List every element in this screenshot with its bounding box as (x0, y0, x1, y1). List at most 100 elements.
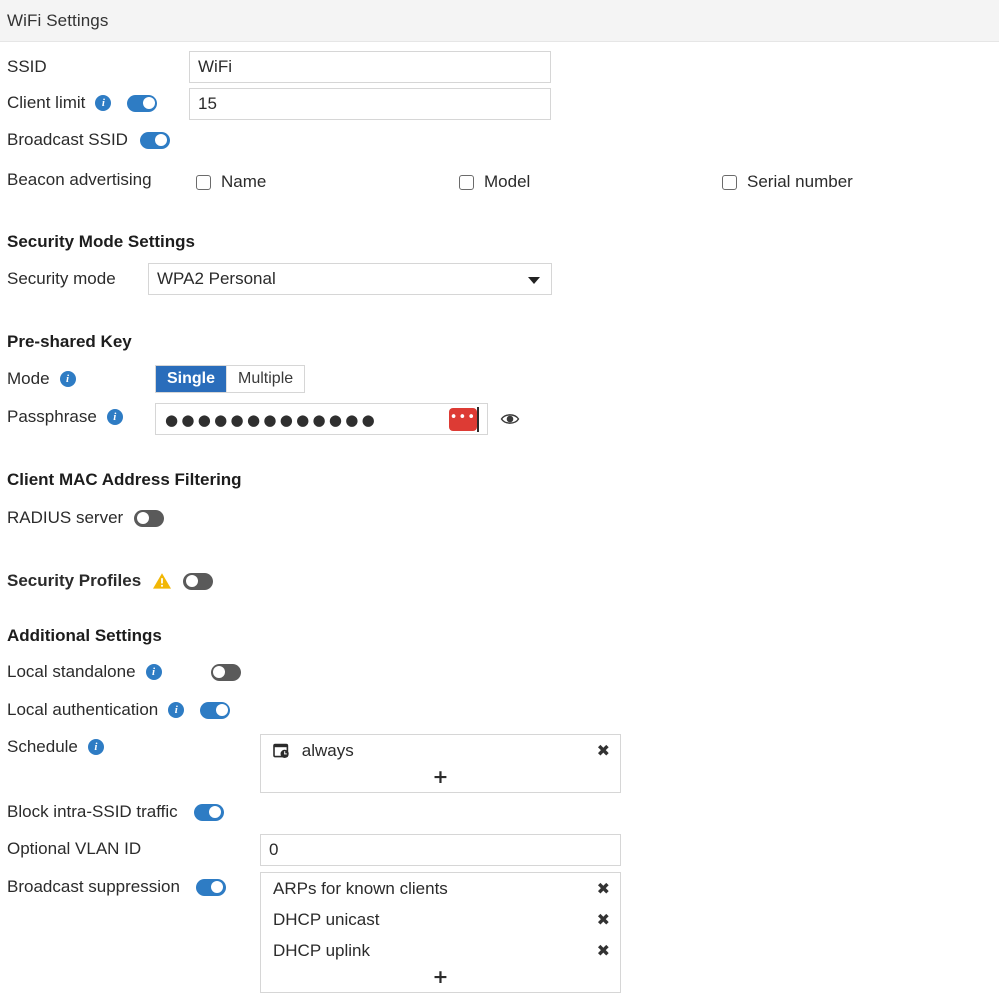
block-intra-ssid-row: Block intra-SSID traffic (7, 802, 224, 822)
checkbox-name[interactable] (196, 175, 211, 190)
psk-mode-segmented: Single Multiple (155, 365, 305, 393)
beacon-option-model[interactable]: Model (459, 172, 530, 192)
schedule-icon (273, 738, 290, 769)
checkbox-serial-number-label: Serial number (747, 172, 853, 192)
section-security-mode-settings: Security Mode Settings (7, 232, 195, 252)
checkbox-serial-number[interactable] (722, 175, 737, 190)
toggle-knob (155, 134, 167, 146)
psk-mode-label: Mode (7, 369, 50, 389)
client-limit-label: Client limit (7, 93, 85, 113)
list-item[interactable]: DHCP unicast ✖ (261, 904, 620, 935)
passphrase-field-wrap: ●●●●●●●●●●●●● ••• (155, 403, 488, 435)
local-authentication-label: Local authentication (7, 700, 158, 720)
local-standalone-label: Local standalone (7, 662, 136, 682)
block-intra-ssid-label: Block intra-SSID traffic (7, 802, 178, 822)
broadcast-ssid-toggle[interactable] (140, 132, 170, 149)
passphrase-masked-value: ●●●●●●●●●●●●● (165, 404, 378, 436)
checkbox-model[interactable] (459, 175, 474, 190)
schedule-row: Schedule i (7, 737, 104, 757)
checkbox-model-label: Model (484, 172, 530, 192)
checkbox-name-label: Name (221, 172, 266, 192)
client-limit-row: Client limit i (7, 93, 157, 113)
info-icon[interactable]: i (60, 371, 76, 387)
toggle-knob (211, 881, 223, 893)
toggle-knob (209, 806, 221, 818)
beacon-advertising-label: Beacon advertising (7, 170, 152, 190)
broadcast-suppression-label: Broadcast suppression (7, 877, 180, 897)
schedule-add-button[interactable]: + (261, 766, 620, 792)
vlan-input[interactable]: 0 (260, 834, 621, 866)
section-security-profiles: Security Profiles (7, 571, 141, 591)
passphrase-input[interactable]: ●●●●●●●●●●●●● ••• (155, 403, 488, 435)
info-icon[interactable]: i (88, 739, 104, 755)
broadcast-item-label: DHCP uplink (273, 941, 370, 960)
info-icon[interactable]: i (107, 409, 123, 425)
passphrase-overflow-badge[interactable]: ••• (449, 408, 477, 431)
vlan-row: Optional VLAN ID (7, 839, 141, 859)
section-pre-shared-key: Pre-shared Key (7, 332, 132, 352)
vlan-label: Optional VLAN ID (7, 839, 141, 859)
broadcast-suppression-toggle[interactable] (196, 879, 226, 896)
psk-mode-multiple-button[interactable]: Multiple (226, 366, 304, 392)
passphrase-label: Passphrase (7, 407, 97, 427)
list-item[interactable]: DHCP uplink ✖ (261, 935, 620, 966)
toggle-knob (137, 512, 149, 524)
list-item[interactable]: ARPs for known clients ✖ (261, 873, 620, 904)
text-cursor (477, 407, 479, 432)
client-limit-toggle[interactable] (127, 95, 157, 112)
local-authentication-row: Local authentication i (7, 700, 230, 720)
toggle-knob (216, 704, 228, 716)
local-standalone-row: Local standalone i (7, 662, 241, 682)
security-mode-row: Security mode (7, 269, 116, 289)
chevron-down-icon (528, 277, 540, 284)
panel-header: WiFi Settings (0, 0, 999, 42)
broadcast-suppression-row: Broadcast suppression (7, 877, 226, 897)
security-profiles-row: Security Profiles (7, 571, 213, 591)
psk-mode-single-button[interactable]: Single (156, 366, 226, 392)
beacon-advertising-row: Beacon advertising (7, 170, 152, 190)
toggle-knob (213, 666, 225, 678)
security-mode-select[interactable]: WPA2 Personal (148, 263, 552, 295)
schedule-listbox: always ✖ + (260, 734, 621, 793)
page-title: WiFi Settings (7, 11, 108, 31)
broadcast-item-label: DHCP unicast (273, 910, 379, 929)
broadcast-add-button[interactable]: + (261, 966, 620, 992)
broadcast-ssid-row: Broadcast SSID (7, 130, 170, 150)
beacon-option-serial-number[interactable]: Serial number (722, 172, 853, 192)
section-client-mac-address-filtering: Client MAC Address Filtering (7, 470, 242, 490)
warning-icon (152, 572, 172, 590)
show-password-icon[interactable] (500, 411, 520, 427)
remove-icon[interactable]: ✖ (597, 904, 610, 935)
block-intra-ssid-toggle[interactable] (194, 804, 224, 821)
toggle-knob (143, 97, 155, 109)
section-additional-settings: Additional Settings (7, 626, 162, 646)
radius-server-label: RADIUS server (7, 508, 123, 528)
radius-server-toggle[interactable] (134, 510, 164, 527)
radius-server-row: RADIUS server (7, 508, 164, 528)
remove-icon[interactable]: ✖ (597, 935, 610, 966)
ssid-input[interactable]: WiFi (189, 51, 551, 83)
schedule-label: Schedule (7, 737, 78, 757)
broadcast-ssid-label: Broadcast SSID (7, 130, 128, 150)
beacon-option-name[interactable]: Name (196, 172, 266, 192)
info-icon[interactable]: i (146, 664, 162, 680)
list-item[interactable]: always ✖ (261, 735, 620, 766)
passphrase-row: Passphrase i (7, 407, 123, 427)
broadcast-item-label: ARPs for known clients (273, 879, 448, 898)
broadcast-suppression-listbox: ARPs for known clients ✖ DHCP unicast ✖ … (260, 872, 621, 993)
ssid-row: SSID (7, 57, 47, 77)
psk-mode-row: Mode i (7, 369, 76, 389)
schedule-item-label: always (302, 741, 354, 760)
local-standalone-toggle[interactable] (211, 664, 241, 681)
toggle-knob (186, 575, 198, 587)
security-profiles-toggle[interactable] (183, 573, 213, 590)
local-authentication-toggle[interactable] (200, 702, 230, 719)
info-icon[interactable]: i (95, 95, 111, 111)
security-mode-label: Security mode (7, 269, 116, 289)
client-limit-input[interactable]: 15 (189, 88, 551, 120)
remove-icon[interactable]: ✖ (597, 873, 610, 904)
info-icon[interactable]: i (168, 702, 184, 718)
remove-icon[interactable]: ✖ (597, 735, 610, 766)
security-mode-value: WPA2 Personal (157, 269, 276, 289)
ssid-label: SSID (7, 57, 47, 77)
